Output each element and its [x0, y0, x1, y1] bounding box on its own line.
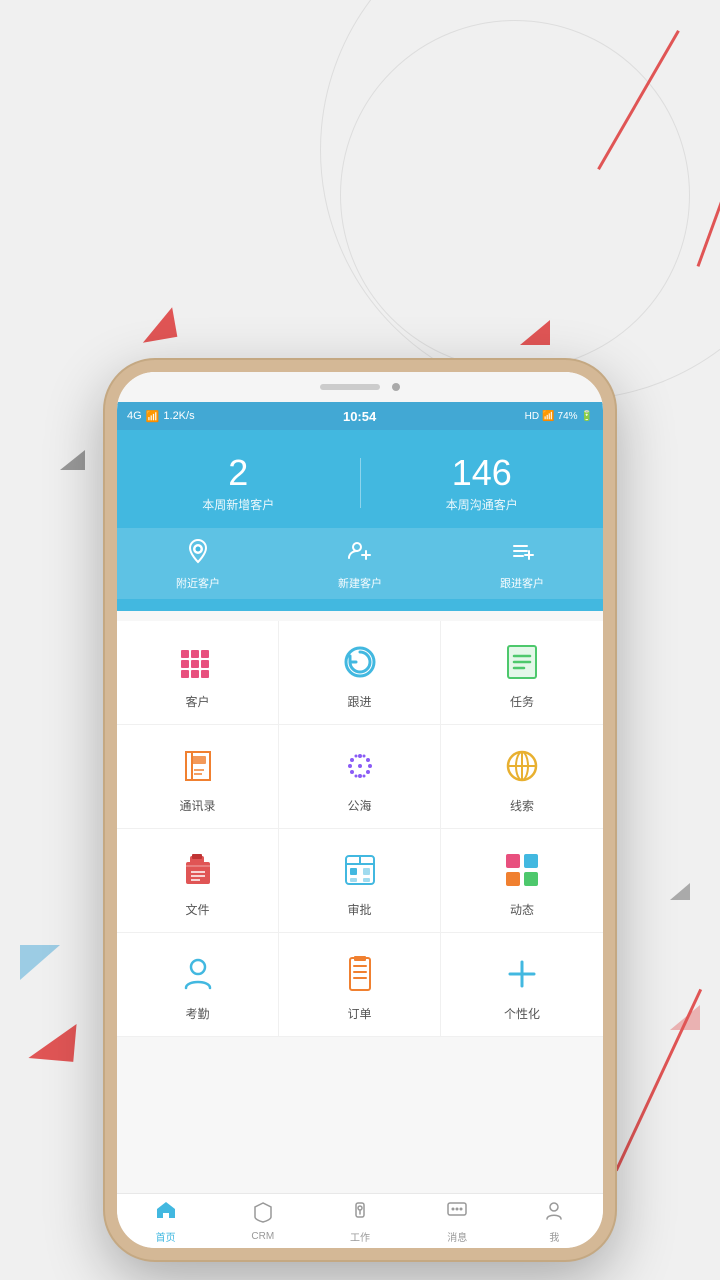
battery-icon: 🔋 [581, 411, 593, 422]
followup-menu-icon-wrap [337, 639, 383, 685]
dynamics-icon-wrap [499, 847, 545, 893]
speaker [320, 384, 380, 390]
work-label: 工作 [350, 1229, 370, 1244]
menu-item-public-sea[interactable]: 公海 [279, 725, 441, 829]
menu-item-dynamics[interactable]: 动态 [441, 829, 603, 933]
camera [392, 383, 400, 391]
followup-menu-label: 跟进 [347, 693, 371, 710]
wifi-icon: 📶 [542, 411, 554, 422]
approval-icon-wrap [337, 847, 383, 893]
messages-icon [446, 1199, 468, 1227]
followup-icon [441, 538, 603, 571]
network-speed: 1.2K/s [163, 410, 194, 422]
personalize-icon-wrap [499, 951, 545, 997]
followup-label: 跟进客户 [441, 575, 603, 591]
status-right: HD 📶 74% 🔋 [525, 411, 593, 422]
menu-item-approval[interactable]: 审批 [279, 829, 441, 933]
status-bar: 4G 📶 1.2K/s 10:54 HD 📶 74% 🔋 [117, 402, 603, 430]
tasks-label: 任务 [510, 693, 534, 710]
approval-label: 审批 [347, 901, 371, 918]
home-label: 首页 [156, 1229, 176, 1244]
crm-label: CRM [251, 1231, 274, 1242]
quick-actions-row: 附近客户 新建客户 [117, 528, 603, 599]
personalize-label: 个性化 [504, 1005, 540, 1022]
orders-icon-wrap [337, 951, 383, 997]
new-customers-label: 本周新增客户 [117, 496, 360, 513]
stats-row: 2 本周新增客户 146 本周沟通客户 [117, 448, 603, 528]
crm-icon [252, 1201, 274, 1229]
wifi-hd: HD [525, 411, 539, 422]
app-header: 2 本周新增客户 146 本周沟通客户 [117, 430, 603, 611]
signal-bars: 📶 [146, 410, 160, 423]
work-icon [349, 1199, 371, 1227]
contacted-number: 146 [361, 453, 604, 493]
me-label: 我 [549, 1229, 559, 1244]
contacts-label: 通讯录 [179, 797, 215, 814]
quick-action-followup[interactable]: 跟进客户 [441, 538, 603, 591]
leads-label: 线索 [510, 797, 534, 814]
new-customer-icon [279, 538, 441, 571]
attendance-label: 考勤 [185, 1005, 209, 1022]
nav-crm[interactable]: CRM [214, 1194, 311, 1248]
menu-item-leads[interactable]: 线索 [441, 725, 603, 829]
home-icon [155, 1199, 177, 1227]
attendance-icon-wrap [175, 951, 221, 997]
menu-grid: 客户 跟进 [117, 621, 603, 1037]
messages-label: 消息 [447, 1229, 467, 1244]
me-icon [543, 1199, 565, 1227]
tasks-icon-wrap [499, 639, 545, 685]
menu-item-orders[interactable]: 订单 [279, 933, 441, 1037]
stat-contacted-customers: 146 本周沟通客户 [361, 453, 604, 513]
status-left: 4G 📶 1.2K/s [127, 410, 195, 423]
nav-home[interactable]: 首页 [117, 1194, 214, 1248]
menu-item-followup[interactable]: 跟进 [279, 621, 441, 725]
phone-top-bar [117, 372, 603, 402]
quick-action-nearby[interactable]: 附近客户 [117, 538, 279, 591]
files-icon-wrap [175, 847, 221, 893]
bottom-nav: 首页 CRM 工作 [117, 1193, 603, 1248]
menu-item-contacts[interactable]: 通讯录 [117, 725, 279, 829]
leads-icon-wrap [499, 743, 545, 789]
menu-item-attendance[interactable]: 考勤 [117, 933, 279, 1037]
customers-label: 客户 [185, 693, 209, 710]
phone-frame: 4G 📶 1.2K/s 10:54 HD 📶 74% 🔋 2 本周新增客户 [105, 360, 615, 1260]
public-sea-label: 公海 [347, 797, 371, 814]
contacts-icon-wrap [175, 743, 221, 789]
menu-item-tasks[interactable]: 任务 [441, 621, 603, 725]
status-time: 10:54 [343, 409, 376, 424]
nav-me[interactable]: 我 [506, 1194, 603, 1248]
menu-item-personalize[interactable]: 个性化 [441, 933, 603, 1037]
new-customer-label: 新建客户 [279, 575, 441, 591]
main-content: 客户 跟进 [117, 611, 603, 1193]
nav-work[interactable]: 工作 [311, 1194, 408, 1248]
files-label: 文件 [185, 901, 209, 918]
nearby-icon [117, 538, 279, 571]
customers-icon-wrap [175, 639, 221, 685]
menu-item-files[interactable]: 文件 [117, 829, 279, 933]
stat-new-customers: 2 本周新增客户 [117, 453, 360, 513]
public-sea-icon-wrap [337, 743, 383, 789]
new-customers-number: 2 [117, 453, 360, 493]
quick-action-new[interactable]: 新建客户 [279, 538, 441, 591]
network-type: 4G [127, 410, 142, 422]
dynamics-label: 动态 [510, 901, 534, 918]
nav-messages[interactable]: 消息 [409, 1194, 506, 1248]
menu-item-customers[interactable]: 客户 [117, 621, 279, 725]
battery-percent: 74% [558, 411, 578, 422]
contacted-label: 本周沟通客户 [361, 496, 604, 513]
nearby-label: 附近客户 [117, 575, 279, 591]
orders-label: 订单 [347, 1005, 371, 1022]
